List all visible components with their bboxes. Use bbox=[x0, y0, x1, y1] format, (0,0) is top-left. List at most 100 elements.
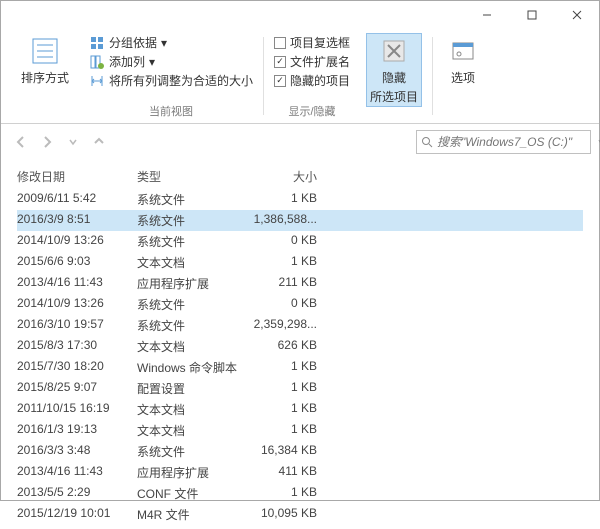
group-by-button[interactable]: 分组依据 ▾ bbox=[89, 33, 167, 52]
hidden-items-toggle[interactable]: ✓ 隐藏的项目 bbox=[274, 71, 350, 90]
cell-size: 0 KB bbox=[247, 296, 317, 313]
cell-date: 2016/3/3 3:48 bbox=[17, 443, 137, 460]
cell-size: 10,095 KB bbox=[247, 506, 317, 523]
fit-columns-icon bbox=[89, 73, 105, 89]
cell-date: 2009/6/11 5:42 bbox=[17, 191, 137, 208]
table-row[interactable]: 2015/8/25 9:07配置设置1 KB bbox=[17, 378, 583, 399]
close-button[interactable] bbox=[554, 1, 599, 29]
minimize-button[interactable] bbox=[464, 1, 509, 29]
cell-date: 2013/5/5 2:29 bbox=[17, 485, 137, 502]
table-row[interactable]: 2014/10/9 13:26系统文件0 KB bbox=[17, 231, 583, 252]
cell-size: 211 KB bbox=[247, 275, 317, 292]
table-row[interactable]: 2014/10/9 13:26系统文件0 KB bbox=[17, 294, 583, 315]
hide-selected-button[interactable]: 隐藏 所选项目 bbox=[366, 33, 422, 107]
divider bbox=[263, 37, 264, 115]
table-row[interactable]: 2015/12/19 10:01M4R 文件10,095 KB bbox=[17, 504, 583, 525]
back-button[interactable] bbox=[9, 130, 33, 154]
table-row[interactable]: 2016/3/3 3:48系统文件16,384 KB bbox=[17, 441, 583, 462]
table-row[interactable]: 2015/6/6 9:03文本文档1 KB bbox=[17, 252, 583, 273]
cell-type: 系统文件 bbox=[137, 212, 247, 229]
cell-size: 16,384 KB bbox=[247, 443, 317, 460]
cell-type: 文本文档 bbox=[137, 338, 247, 355]
cell-date: 2016/3/10 19:57 bbox=[17, 317, 137, 334]
cell-size: 411 KB bbox=[247, 464, 317, 481]
cell-size: 626 KB bbox=[247, 338, 317, 355]
up-button[interactable] bbox=[87, 130, 111, 154]
cell-size: 1 KB bbox=[247, 254, 317, 271]
cell-date: 2015/8/25 9:07 bbox=[17, 380, 137, 397]
cell-size: 1 KB bbox=[247, 380, 317, 397]
cell-size: 1 KB bbox=[247, 191, 317, 208]
table-row[interactable]: 2015/7/30 18:20Windows 命令脚本1 KB bbox=[17, 357, 583, 378]
cell-date: 2016/1/3 19:13 bbox=[17, 422, 137, 439]
maximize-button[interactable] bbox=[509, 1, 554, 29]
cell-date: 2011/10/15 16:19 bbox=[17, 401, 137, 418]
file-ext-toggle[interactable]: ✓ 文件扩展名 bbox=[274, 52, 350, 71]
column-header-date[interactable]: 修改日期 bbox=[17, 168, 137, 185]
ribbon-group-options: 选项 bbox=[435, 33, 491, 119]
table-row[interactable]: 2016/3/9 8:51系统文件1,386,588... bbox=[17, 210, 583, 231]
table-row[interactable]: 2013/4/16 11:43应用程序扩展411 KB bbox=[17, 462, 583, 483]
ribbon-group-hide: 隐藏 所选项目 bbox=[358, 33, 430, 119]
table-row[interactable]: 2015/8/3 17:30文本文档626 KB bbox=[17, 336, 583, 357]
ribbon-group-sort: 排序方式 bbox=[9, 33, 81, 119]
hide-icon bbox=[378, 35, 410, 67]
options-button[interactable]: 选项 bbox=[443, 33, 483, 88]
fit-columns-button[interactable]: 将所有列调整为合适的大小 bbox=[89, 71, 253, 90]
cell-type: 文本文档 bbox=[137, 254, 247, 271]
ribbon-group-show: 项目复选框 ✓ 文件扩展名 ✓ 隐藏的项目 显示/隐藏 bbox=[266, 33, 358, 119]
cell-type: 应用程序扩展 bbox=[137, 275, 247, 292]
cell-type: 系统文件 bbox=[137, 296, 247, 313]
table-row[interactable]: 2011/10/15 16:19文本文档1 KB bbox=[17, 399, 583, 420]
checkbox-checked-icon: ✓ bbox=[274, 75, 286, 87]
ribbon-group-columns: 分组依据 ▾ 添加列 ▾ 将所有列调整为合适的大小 当前视图 bbox=[81, 33, 261, 119]
cell-date: 2016/3/9 8:51 bbox=[17, 212, 137, 229]
table-row[interactable]: 2016/3/10 19:57系统文件2,359,298... bbox=[17, 315, 583, 336]
chevron-down-icon[interactable] bbox=[61, 130, 85, 154]
cell-size: 0 KB bbox=[247, 233, 317, 250]
search-icon bbox=[421, 136, 433, 148]
cell-date: 2015/6/6 9:03 bbox=[17, 254, 137, 271]
checkbox-checked-icon: ✓ bbox=[274, 56, 286, 68]
column-header-size[interactable]: 大小 bbox=[247, 168, 317, 185]
cell-date: 2013/4/16 11:43 bbox=[17, 275, 137, 292]
table-row[interactable]: 2009/6/11 5:42系统文件1 KB bbox=[17, 189, 583, 210]
cell-type: 应用程序扩展 bbox=[137, 464, 247, 481]
chevron-down-icon: ▾ bbox=[161, 36, 167, 50]
cell-date: 2014/10/9 13:26 bbox=[17, 233, 137, 250]
cell-type: M4R 文件 bbox=[137, 506, 247, 523]
cell-type: 文本文档 bbox=[137, 401, 247, 418]
cell-type: 文本文档 bbox=[137, 422, 247, 439]
search-box[interactable] bbox=[416, 130, 591, 154]
cell-size: 1 KB bbox=[247, 359, 317, 376]
cell-type: 配置设置 bbox=[137, 380, 247, 397]
ribbon-group-label: 当前视图 bbox=[89, 103, 253, 119]
cell-type: Windows 命令脚本 bbox=[137, 359, 247, 376]
navbar bbox=[1, 124, 599, 160]
ribbon: 排序方式 分组依据 ▾ 添加列 ▾ 将所有列调整为合适的大小 当前视图 项目复选… bbox=[1, 29, 599, 124]
forward-button[interactable] bbox=[35, 130, 59, 154]
cell-type: 系统文件 bbox=[137, 317, 247, 334]
search-input[interactable] bbox=[437, 135, 594, 149]
cell-type: 系统文件 bbox=[137, 191, 247, 208]
add-column-button[interactable]: 添加列 ▾ bbox=[89, 52, 155, 71]
chevron-down-icon: ▾ bbox=[149, 55, 155, 69]
table-row[interactable]: 2013/4/16 11:43应用程序扩展211 KB bbox=[17, 273, 583, 294]
add-column-icon bbox=[89, 54, 105, 70]
file-list: 修改日期 类型 大小 2009/6/11 5:42系统文件1 KB2016/3/… bbox=[1, 160, 599, 529]
sort-by-button[interactable]: 排序方式 bbox=[17, 33, 73, 88]
sort-by-label: 排序方式 bbox=[21, 69, 69, 86]
options-icon bbox=[447, 35, 479, 67]
column-header-type[interactable]: 类型 bbox=[137, 168, 247, 185]
cell-size: 1 KB bbox=[247, 485, 317, 502]
cell-type: 系统文件 bbox=[137, 233, 247, 250]
divider bbox=[432, 37, 433, 115]
table-row[interactable]: 2016/1/3 19:13文本文档1 KB bbox=[17, 420, 583, 441]
cell-date: 2013/4/16 11:43 bbox=[17, 464, 137, 481]
cell-type: CONF 文件 bbox=[137, 485, 247, 502]
cell-type: 系统文件 bbox=[137, 443, 247, 460]
item-checkboxes-toggle[interactable]: 项目复选框 bbox=[274, 33, 350, 52]
ribbon-group-label: 显示/隐藏 bbox=[274, 103, 350, 119]
group-icon bbox=[89, 35, 105, 51]
cell-size: 1 KB bbox=[247, 422, 317, 439]
